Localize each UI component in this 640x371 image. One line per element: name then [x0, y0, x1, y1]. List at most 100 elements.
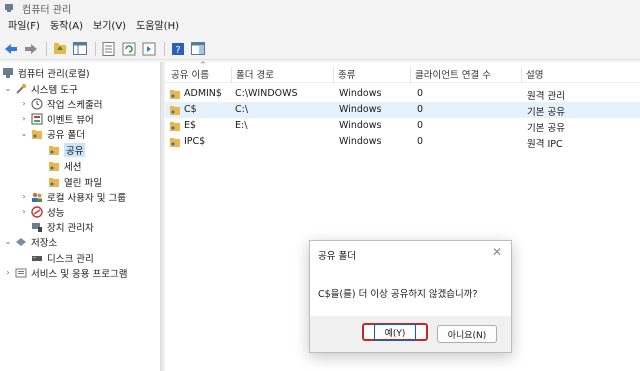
menu-file[interactable]: 파일(F) — [3, 17, 45, 37]
device-manager-icon — [32, 222, 42, 232]
chevron-right-icon[interactable]: › — [20, 192, 28, 201]
tree-item-storage[interactable]: ⌄ 저장소 — [4, 234, 58, 249]
chevron-right-icon[interactable]: › — [20, 114, 28, 123]
forward-button[interactable] — [22, 40, 39, 57]
close-icon[interactable]: ✕ — [492, 245, 502, 259]
menu-view[interactable]: 보기(V) — [88, 17, 131, 37]
tree-item-performance[interactable]: › 성능 — [20, 204, 64, 219]
disk-icon — [32, 255, 42, 261]
folder-up-icon — [53, 43, 66, 54]
tree-item-label: 서비스 및 응용 프로그램 — [31, 268, 128, 280]
forward-arrow-icon — [24, 43, 37, 54]
tree-item-device-manager[interactable]: 장치 관리자 — [31, 219, 94, 234]
cell-folder-path: C:\ — [235, 104, 249, 115]
stop-sharing-dialog: 공유 폴더 ✕ C$을(를) 더 이상 공유하지 않겠습니까? 예(Y) 아니요… — [309, 240, 512, 353]
chevron-down-icon[interactable]: ⌄ — [4, 84, 12, 93]
back-button[interactable] — [2, 40, 19, 57]
tree-item-local-users[interactable]: › 로컬 사용자 및 그룹 — [20, 189, 126, 204]
refresh-button[interactable] — [120, 40, 137, 57]
svg-text:?: ? — [175, 45, 180, 56]
tree-item-label: 성능 — [47, 207, 65, 219]
table-row[interactable]: IPC$ Windows 0 원격 IPC — [165, 134, 640, 150]
dialog-title: 공유 폴더 — [318, 251, 356, 262]
tree-item-label: 작업 스케줄러 — [47, 99, 103, 111]
show-hide-console-tree-button[interactable] — [71, 40, 88, 57]
toolbar-separator — [46, 41, 47, 56]
column-label: 공유 이름 — [171, 70, 209, 81]
cell-description: 기본 공유 — [527, 107, 565, 118]
menu-bar: 파일(F) 동작(A) 보기(V) 도움말(H) — [0, 17, 640, 37]
column-client-connections[interactable]: 클라이언트 연결 수 — [410, 67, 521, 83]
export-list-button[interactable] — [140, 40, 157, 57]
yes-button[interactable]: 예(Y) — [362, 323, 428, 341]
column-type[interactable]: 종류 — [333, 67, 410, 83]
cell-type: Windows — [339, 120, 382, 131]
cell-client-count: 0 — [417, 88, 424, 99]
help-icon: ? — [171, 42, 184, 56]
column-folder-path[interactable]: 폴더 경로 — [231, 67, 333, 83]
dialog-message: C$을(를) 더 이상 공유하지 않겠습니까? — [318, 289, 478, 300]
toolbar-separator — [95, 41, 96, 56]
menu-action[interactable]: 동작(A) — [45, 17, 88, 37]
sort-ascending-icon: ^ — [200, 61, 206, 69]
cell-type: Windows — [339, 136, 382, 147]
cell-type: Windows — [339, 88, 382, 99]
tree-item-shared-folders[interactable]: ⌄ 공유 폴더 — [20, 126, 85, 141]
properties-button[interactable] — [100, 40, 117, 57]
chevron-down-icon[interactable]: ⌄ — [20, 129, 28, 138]
chevron-down-icon[interactable]: ⌄ — [4, 237, 12, 246]
tree-item-label: 시스템 도구 — [31, 84, 78, 96]
table-row[interactable]: E$ E:\ Windows 0 기본 공유 — [165, 118, 640, 134]
properties-icon — [102, 41, 115, 56]
help-button[interactable]: ? — [169, 40, 186, 57]
no-button[interactable]: 아니요(N) — [437, 325, 497, 343]
show-action-pane-button[interactable] — [189, 40, 206, 57]
tree-item-event-viewer[interactable]: › 이벤트 뷰어 — [20, 111, 94, 126]
chevron-right-icon[interactable]: › — [20, 99, 28, 108]
tree-item-label: 장치 관리자 — [47, 222, 94, 234]
computer-management-icon — [3, 67, 13, 78]
users-icon — [32, 192, 42, 202]
refresh-icon — [122, 42, 135, 55]
performance-icon — [31, 205, 43, 218]
menu-help[interactable]: 도움말(H) — [131, 17, 184, 37]
tree-item-label: 열린 파일 — [64, 177, 102, 189]
cell-client-count: 0 — [417, 104, 424, 115]
tree-item-task-scheduler[interactable]: › 작업 스케줄러 — [20, 96, 102, 111]
table-row[interactable]: ADMIN$ C:\WINDOWS Windows 0 원격 관리 — [165, 86, 640, 102]
column-share-name[interactable]: ^ 공유 이름 — [167, 61, 231, 83]
column-description[interactable]: 설명 — [521, 67, 640, 83]
column-label: 종류 — [338, 70, 356, 81]
cell-description: 원격 IPC — [527, 139, 563, 150]
back-arrow-icon — [4, 43, 17, 54]
tree-item-root[interactable]: 컴퓨터 관리(로컬) — [2, 65, 90, 80]
tree-item-services-apps[interactable]: › 서비스 및 응용 프로그램 — [4, 265, 127, 280]
tree-item-open-files[interactable]: 열린 파일 — [48, 174, 102, 189]
column-label: 설명 — [526, 70, 544, 81]
tree-item-label: 공유 폴더 — [47, 129, 85, 141]
event-viewer-icon — [31, 113, 43, 124]
tree-item-label: 세션 — [64, 161, 82, 173]
chevron-right-icon[interactable]: › — [20, 207, 28, 216]
tree-scrollbar[interactable] — [161, 62, 164, 371]
chevron-right-icon[interactable]: › — [4, 268, 12, 277]
cell-type: Windows — [339, 104, 382, 115]
tree-item-shares[interactable]: 공유 — [48, 142, 86, 157]
tree-item-sessions[interactable]: 세션 — [48, 158, 81, 173]
console-tree: 컴퓨터 관리(로컬) ⌄ 시스템 도구 › 작업 스케줄러 › 이벤트 뷰어 ⌄… — [0, 62, 161, 371]
shared-folder-icon — [170, 138, 180, 147]
console-tree-icon — [72, 42, 87, 55]
toolbar: ? — [0, 38, 640, 60]
cell-folder-path: E:\ — [235, 120, 248, 131]
window-title: 컴퓨터 관리 — [22, 4, 72, 16]
toolbar-separator — [164, 41, 165, 56]
up-level-button[interactable] — [51, 40, 68, 57]
cell-description: 기본 공유 — [527, 123, 565, 134]
tree-item-disk-management[interactable]: 디스크 관리 — [31, 250, 94, 265]
list-header: ^ 공유 이름 폴더 경로 종류 클라이언트 연결 수 설명 — [165, 61, 640, 83]
table-row[interactable]: C$ C:\ Windows 0 기본 공유 — [165, 102, 640, 118]
cell-description: 원격 관리 — [527, 91, 565, 102]
tree-item-system-tools[interactable]: ⌄ 시스템 도구 — [4, 81, 78, 96]
shared-folder-icon — [49, 177, 59, 187]
column-label: 폴더 경로 — [236, 70, 274, 81]
